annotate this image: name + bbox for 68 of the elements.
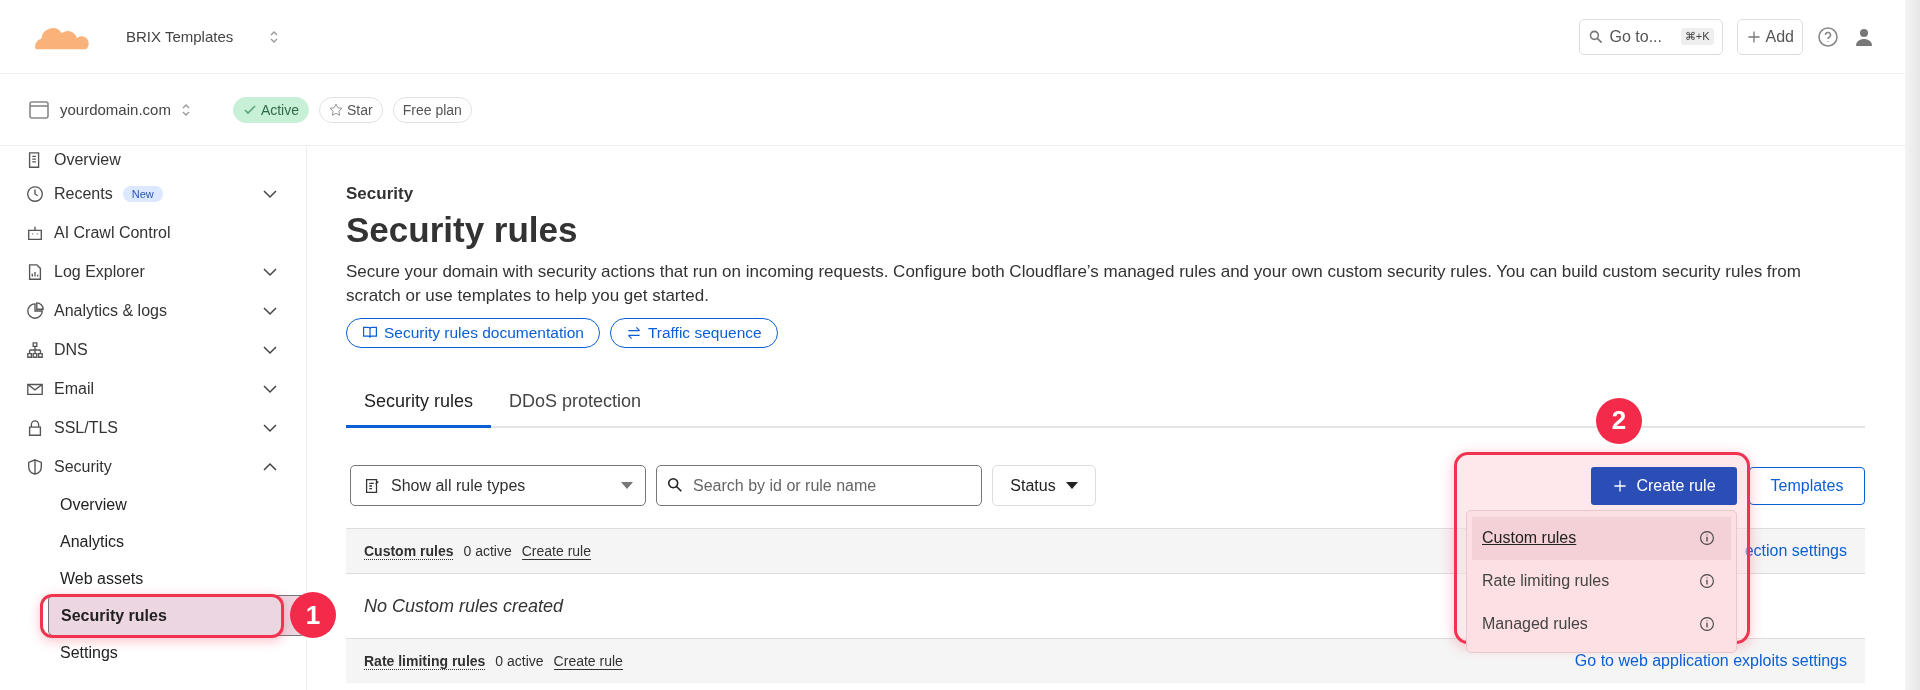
section-title: Custom rules [364, 542, 454, 560]
star-icon [329, 102, 343, 117]
menu-item[interactable]: Custom rules [1472, 516, 1731, 560]
account-name[interactable]: BRIX Templates [126, 28, 234, 45]
dropdown-caret-icon [621, 481, 633, 490]
clipboard-icon [363, 476, 381, 495]
info-icon [1699, 616, 1715, 632]
lock-icon [26, 418, 44, 437]
step-badge: 2 [1596, 397, 1642, 444]
sidebar-subitem[interactable]: Settings [48, 634, 278, 671]
empty-message: No Custom rules created [364, 595, 564, 617]
book-icon [362, 325, 378, 341]
tab[interactable]: DDoS protection [491, 377, 660, 428]
plan-pill: Free plan [392, 96, 472, 123]
sidebar-item[interactable]: SSL/TLS [0, 408, 306, 447]
network-icon [26, 340, 44, 359]
rule-type-select[interactable]: Show all rule types [350, 465, 646, 506]
breadcrumb: Security [346, 184, 415, 204]
help-icon[interactable] [1817, 25, 1839, 48]
page-title: Security rules [346, 210, 579, 250]
shortcut-key: ⌘+K [1680, 28, 1714, 45]
status-pill: Active [232, 96, 309, 123]
sidebar-subitem[interactable]: Analytics [48, 523, 278, 560]
new-badge: New [122, 185, 163, 202]
info-icon [1699, 573, 1715, 589]
domain-selector[interactable]: yourdomain.com [60, 101, 171, 118]
step-badge: 1 [290, 592, 336, 638]
create-rule-button[interactable]: Create rule [1591, 466, 1737, 505]
search-field[interactable]: Search by id or rule name [656, 465, 982, 506]
active-count: 0 active [495, 653, 544, 669]
scrollbar[interactable] [1905, 0, 1920, 690]
tab[interactable]: Security rules [346, 377, 492, 428]
sidebar-item[interactable]: Recents New [0, 174, 306, 213]
sidebar-item[interactable]: Security [0, 447, 306, 486]
go-to-search-field[interactable]: Go to... ⌘+K [1578, 18, 1723, 55]
sidebar-item[interactable]: Log Explorer [0, 252, 306, 291]
search-icon [1587, 28, 1604, 45]
create-rule-link[interactable]: Create rule [553, 652, 623, 670]
star-button[interactable]: Star [319, 96, 383, 123]
sidebar-subitem[interactable]: Overview [48, 486, 278, 523]
menu-item[interactable]: Rate limiting rules [1472, 559, 1731, 603]
sidebar-item[interactable]: AI Crawl Control [0, 213, 306, 252]
settings-link[interactable]: Go to web application exploits settings [1574, 652, 1847, 670]
status-dropdown[interactable]: Status [992, 465, 1096, 506]
create-rule-link[interactable]: Create rule [521, 542, 591, 560]
section-title: Rate limiting rules [364, 652, 486, 670]
sidebar-subitem[interactable]: Web assets [48, 560, 278, 597]
swap-icon [625, 325, 642, 341]
file-icon [26, 262, 44, 281]
caret-icon [1065, 481, 1078, 490]
search-icon [666, 476, 684, 494]
sidebar-item[interactable]: DNS [0, 330, 306, 369]
menu-item[interactable]: Managed rules [1472, 602, 1731, 646]
add-button[interactable]: Add [1736, 18, 1803, 55]
pie-chart-icon [26, 301, 44, 320]
shield-icon [26, 457, 44, 476]
info-icon [1699, 530, 1715, 546]
clock-icon [26, 184, 44, 203]
sidebar-item[interactable]: Overview [0, 146, 306, 174]
active-count: 0 active [463, 543, 512, 559]
templates-button[interactable]: Templates [1749, 466, 1865, 505]
plus-icon [1745, 28, 1762, 45]
check-icon [242, 102, 257, 117]
sidebar-item[interactable]: Email [0, 369, 306, 408]
browser-window-icon [28, 98, 50, 121]
sidebar-item[interactable]: Analytics & logs [0, 291, 306, 330]
plus-icon [1612, 477, 1629, 494]
page-description: Secure your domain with security actions that run on incoming requests. Configure both Cloudflare’s managed rules and your own custom security rules. You can build custom security rules from scratch or use templates to help you get started. [346, 261, 1802, 307]
